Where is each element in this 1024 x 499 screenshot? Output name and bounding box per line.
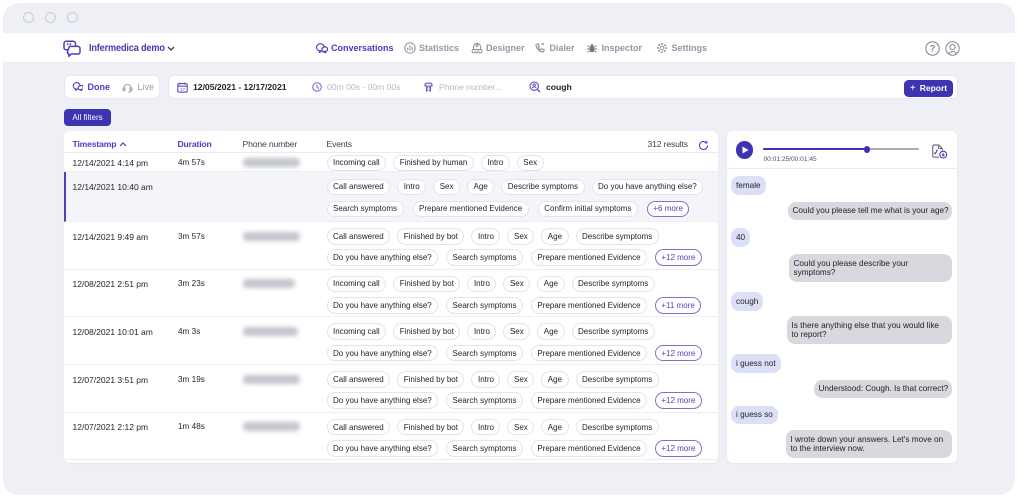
svg-text:?: ? bbox=[929, 43, 935, 53]
svg-text:17: 17 bbox=[180, 87, 185, 92]
